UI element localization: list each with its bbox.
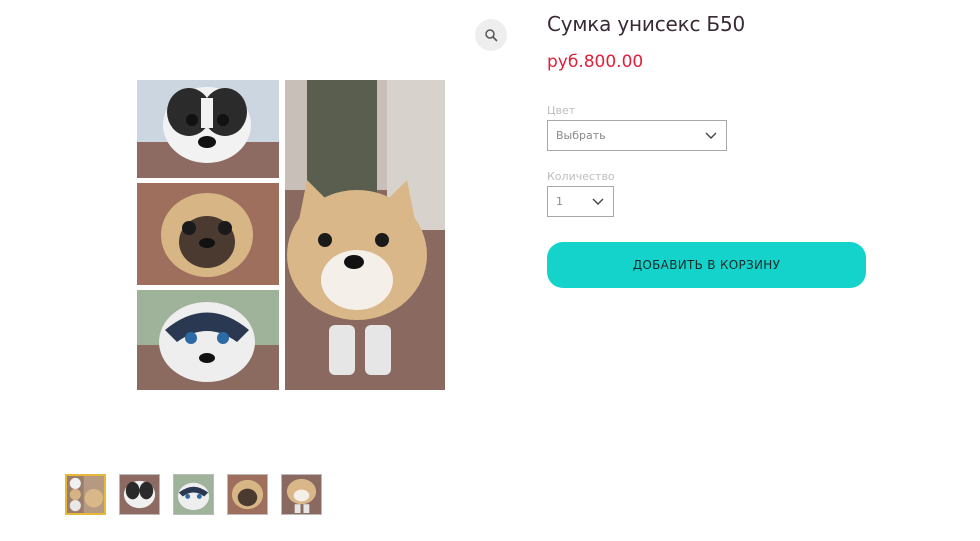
color-select-value: Выбрать — [556, 129, 606, 142]
zoom-button[interactable] — [475, 19, 507, 51]
thumbnail-4[interactable] — [227, 474, 268, 515]
main-product-image[interactable] — [137, 80, 445, 390]
product-title: Сумка унисекс Б50 — [547, 12, 745, 36]
thumbnail-1[interactable] — [65, 474, 106, 515]
color-select[interactable]: Выбрать — [547, 120, 727, 151]
quantity-select-value: 1 — [556, 195, 563, 208]
thumbnail-3[interactable] — [173, 474, 214, 515]
quantity-select[interactable]: 1 — [547, 186, 614, 217]
color-label: Цвет — [547, 104, 576, 117]
thumbnail-strip — [65, 474, 322, 515]
product-price: руб.800.00 — [547, 52, 644, 72]
magnifier-icon — [485, 29, 498, 42]
add-to-cart-button[interactable]: ДОБАВИТЬ В КОРЗИНУ — [547, 242, 866, 288]
thumbnail-2[interactable] — [119, 474, 160, 515]
thumbnail-5[interactable] — [281, 474, 322, 515]
chevron-down-icon — [583, 198, 613, 206]
quantity-label: Количество — [547, 170, 615, 183]
chevron-down-icon — [696, 132, 726, 140]
